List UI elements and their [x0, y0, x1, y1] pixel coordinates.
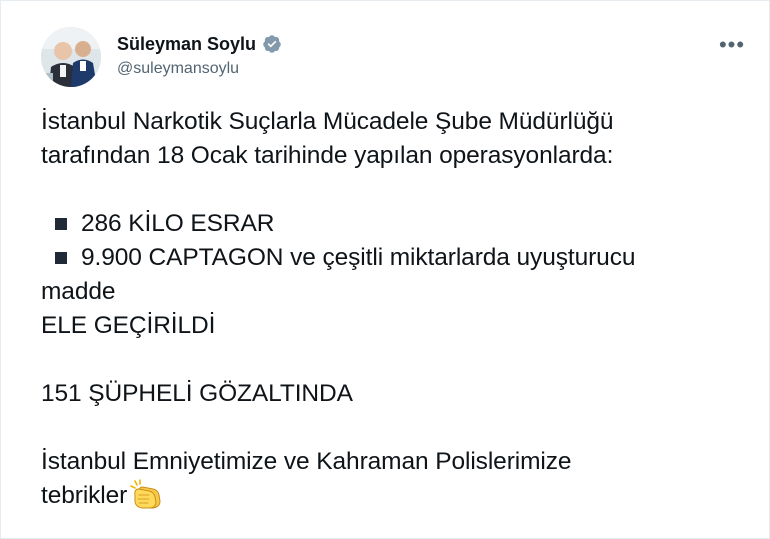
black-square-bullet-icon [55, 252, 67, 264]
list-item-text: 286 KİLO ESRAR [81, 210, 275, 237]
avatar[interactable] [41, 27, 101, 87]
tweet-header: Süleyman Soylu @suleymansoylu ••• [41, 25, 744, 89]
avatar-photo [41, 27, 101, 87]
display-name[interactable]: Süleyman Soylu [117, 33, 256, 55]
author-handle[interactable]: @suleymansoylu [117, 59, 282, 79]
text-line-thanks-2: tebrikler [41, 479, 746, 513]
black-square-bullet-icon [55, 218, 67, 230]
text-line-suspects: 151 ŞÜPHELİ GÖZALTINDA [41, 380, 353, 407]
thanks-word: tebrikler [41, 482, 128, 509]
more-options-button[interactable]: ••• [715, 33, 749, 57]
list-item-text: 9.900 CAPTAGON ve çeşitli miktarlarda uy… [81, 244, 636, 271]
text-line-thanks-1: İstanbul Emniyetimize ve Kahraman Polisl… [41, 448, 572, 475]
tweet-text: İstanbul Narkotik Suçlarla Mücadele Şube… [41, 105, 746, 513]
list-item: 286 KİLO ESRAR [41, 207, 746, 241]
text-line-seized: ELE GEÇİRİLDİ [41, 312, 216, 339]
text-line-madde: madde [41, 278, 116, 305]
text-line-2: tarafından 18 Ocak tarihinde yapılan ope… [41, 142, 614, 169]
text-line-1: İstanbul Narkotik Suçlarla Mücadele Şube… [41, 108, 614, 135]
author-block: Süleyman Soylu @suleymansoylu [117, 33, 282, 79]
more-horizontal-icon: ••• [718, 32, 746, 57]
verified-badge-icon [262, 34, 282, 54]
name-row: Süleyman Soylu [117, 33, 282, 55]
tweet-card: Süleyman Soylu @suleymansoylu ••• İstanb… [0, 0, 770, 539]
list-item: 9.900 CAPTAGON ve çeşitli miktarlarda uy… [41, 241, 746, 275]
clapping-hands-icon [129, 479, 163, 519]
